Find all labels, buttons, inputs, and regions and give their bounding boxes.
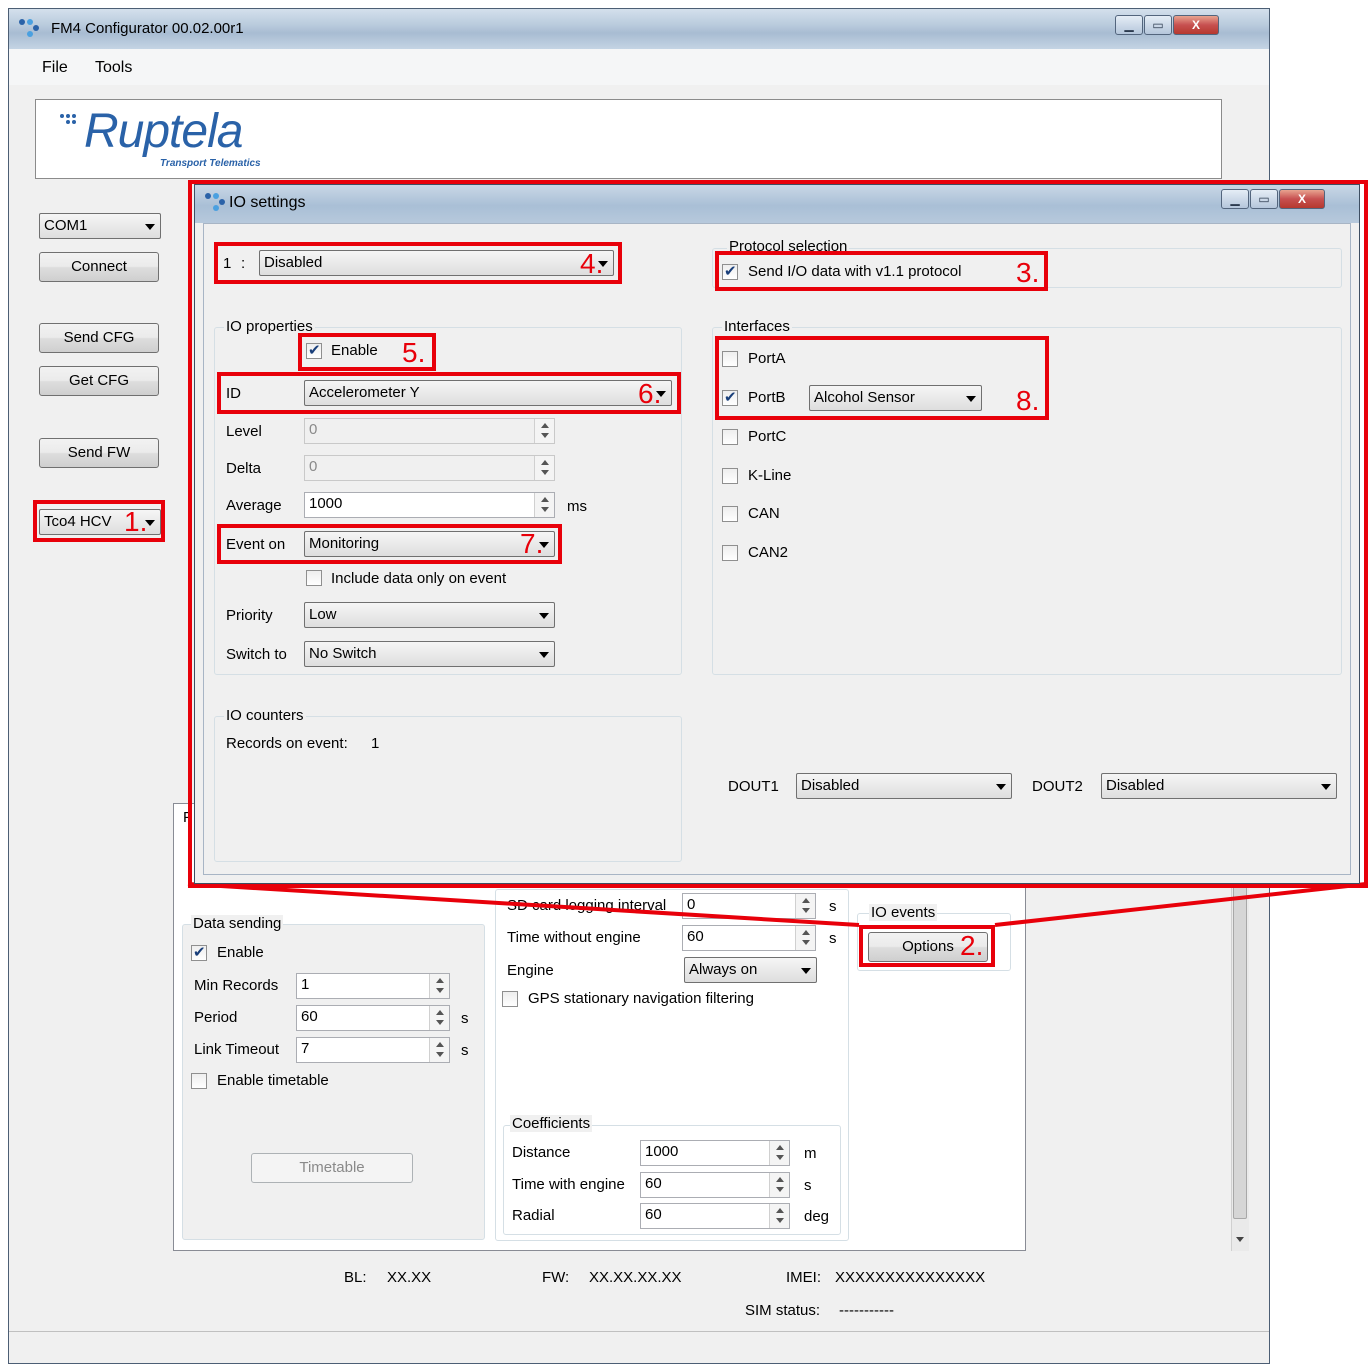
annotation-box-6 xyxy=(217,372,681,414)
callout-line-right xyxy=(994,882,1367,927)
annotation-number-3: 3. xyxy=(1016,257,1040,288)
annotation-number-4: 4. xyxy=(580,248,604,279)
annotation-box-7 xyxy=(217,524,562,564)
annotation-box-8 xyxy=(715,336,1049,420)
annotation-number-8: 8. xyxy=(1016,385,1040,416)
annotation-box-4 xyxy=(214,242,622,284)
annotation-number-5: 5. xyxy=(402,337,426,368)
annotation-box-3 xyxy=(715,251,1048,291)
annotation-number-6: 6. xyxy=(638,378,662,409)
callout-line-left xyxy=(187,882,860,927)
annotation-number-7: 7. xyxy=(520,528,544,559)
